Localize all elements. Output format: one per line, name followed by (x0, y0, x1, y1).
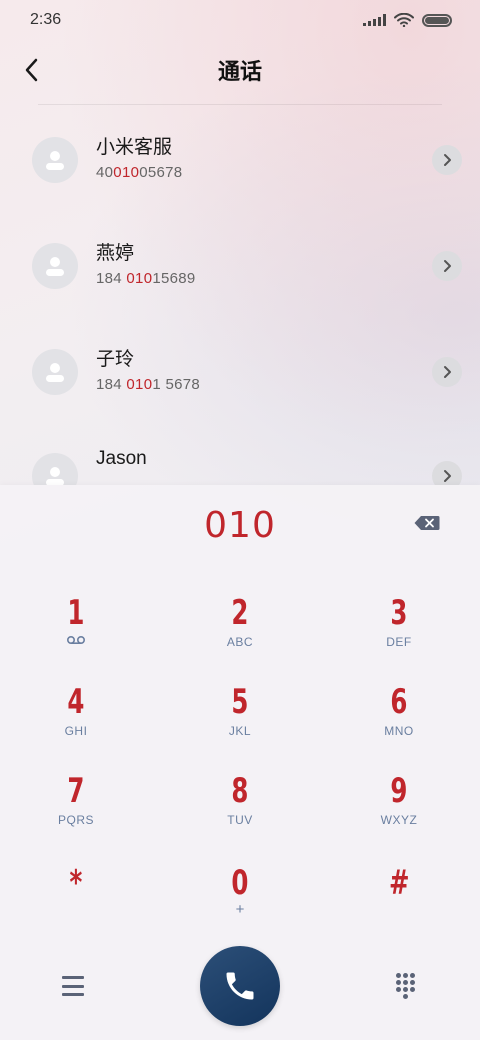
avatar (32, 243, 78, 289)
contact-item[interactable]: 小米客服 4001005678 (0, 115, 480, 205)
key-digit: 3 (390, 593, 408, 633)
contact-detail-button[interactable] (432, 357, 462, 387)
chevron-left-icon (25, 58, 38, 82)
key-3[interactable]: 3 DEF (344, 593, 454, 673)
key-star[interactable]: * (21, 863, 131, 943)
signal-icon (363, 14, 386, 26)
dialed-number: 010 (204, 505, 276, 546)
hamburger-menu-icon[interactable] (60, 973, 86, 999)
key-2[interactable]: 2 ABC (185, 593, 295, 673)
key-8[interactable]: 8 TUV (185, 771, 295, 851)
key-letters: MNO (384, 724, 414, 738)
key-letters: JKL (228, 724, 252, 738)
contact-name: 小米客服 (96, 137, 173, 158)
contact-detail-button[interactable] (432, 251, 462, 281)
key-digit: 5 (231, 682, 249, 722)
key-digit: 2 (231, 593, 249, 633)
contact-detail-button[interactable] (432, 461, 462, 485)
key-letters: ABC (226, 635, 254, 649)
page-title: 通话 (217, 59, 262, 84)
number-match: 010 (113, 164, 140, 181)
person-icon (46, 151, 64, 170)
key-6[interactable]: 6 MNO (344, 682, 454, 762)
key-letters: GHI (64, 724, 88, 738)
person-icon (46, 257, 64, 276)
wifi-icon (394, 13, 414, 27)
contact-detail-button[interactable] (432, 145, 462, 175)
chevron-right-icon (444, 260, 451, 272)
key-digit: 7 (67, 771, 85, 811)
contact-list: 小米客服 4001005678 燕婷 184 01015689 子玲 184 0… (0, 105, 480, 485)
key-digit: 1 (67, 593, 85, 633)
key-digit: * (69, 863, 83, 903)
status-bar: 2:36 (0, 0, 480, 40)
key-digit: 6 (390, 682, 408, 722)
call-button[interactable] (200, 946, 280, 1026)
avatar (32, 137, 78, 183)
key-digit: # (388, 863, 410, 903)
key-4[interactable]: 4 GHI (21, 682, 131, 762)
number-match: 010 (126, 376, 153, 393)
key-1[interactable]: 1 (21, 593, 131, 673)
contact-name: 燕婷 (96, 243, 135, 264)
chevron-right-icon (444, 366, 451, 378)
contact-name: Jason (96, 448, 147, 469)
back-button[interactable] (14, 52, 50, 88)
key-digit: 8 (231, 771, 249, 811)
status-icons (363, 13, 452, 27)
key-letters: TUV (227, 813, 253, 827)
person-icon (46, 467, 64, 485)
contact-item[interactable]: 子玲 184 0101 5678 (0, 327, 480, 417)
phone-icon (226, 972, 254, 1000)
key-digit: 0 (231, 863, 249, 903)
backspace-icon (414, 516, 440, 530)
key-digit: 4 (67, 682, 85, 722)
voicemail-icon (66, 635, 86, 645)
dialpad-icon[interactable] (396, 973, 416, 999)
contact-name: 子玲 (96, 349, 135, 370)
chevron-right-icon (444, 154, 451, 166)
contact-number: 184 01015689 (96, 270, 196, 287)
number-match: 010 (126, 270, 153, 287)
key-5[interactable]: 5 JKL (185, 682, 295, 762)
backspace-button[interactable] (414, 515, 440, 531)
key-plus: + (235, 901, 245, 918)
key-9[interactable]: 9 WXYZ (344, 771, 454, 851)
battery-icon (422, 13, 452, 27)
key-hash[interactable]: # (344, 863, 454, 943)
contact-number: 184 0101 5678 (96, 376, 201, 393)
key-letters: PQRS (57, 813, 94, 827)
chevron-right-icon (444, 470, 451, 482)
key-7[interactable]: 7 PQRS (21, 771, 131, 851)
person-icon (46, 363, 64, 382)
key-letters: WXYZ (380, 813, 418, 827)
bottom-bar (0, 945, 480, 1040)
contact-number: 4001005678 (96, 164, 183, 181)
contact-item[interactable]: 燕婷 184 01015689 (0, 221, 480, 311)
status-time: 2:36 (30, 11, 62, 28)
header: 通话 (0, 44, 480, 96)
dialpad-panel: 010 1 2 ABC 3 DEF 4 GHI 5 JKL 6 MNO 7 PQ… (0, 485, 480, 1040)
key-0[interactable]: 0 + (185, 863, 295, 943)
avatar (32, 349, 78, 395)
key-digit: 9 (390, 771, 408, 811)
avatar (32, 453, 78, 485)
contact-item[interactable]: Jason (0, 431, 480, 485)
key-letters: DEF (386, 635, 412, 649)
